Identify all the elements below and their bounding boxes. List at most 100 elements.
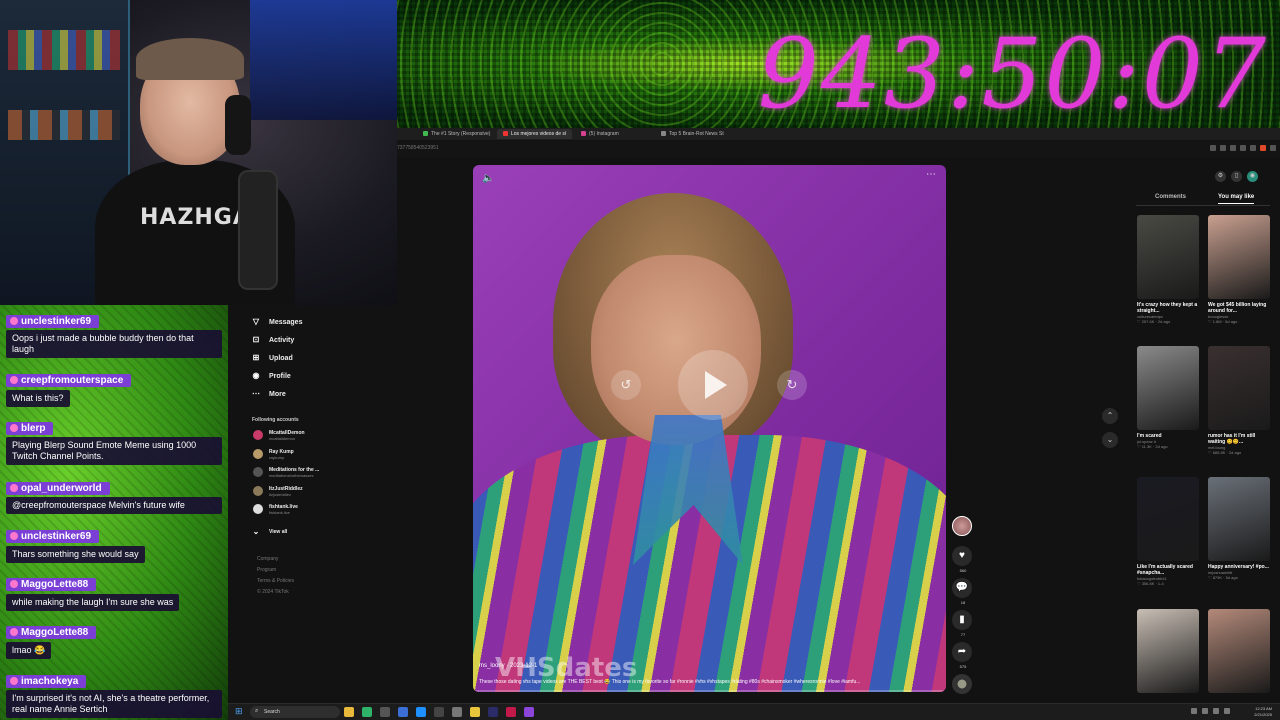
browser-tab[interactable]: The #1 Story (Responsive)	[417, 129, 496, 139]
settings-icon[interactable]	[434, 707, 444, 717]
recommended-video-card[interactable]: Happy anniversary! #po... imjoshuawhitt ♡ …	[1208, 477, 1270, 580]
volume-icon[interactable]	[1213, 708, 1219, 714]
video-card-title: rumor has it I'm still waiting 😊😊...	[1208, 433, 1256, 445]
task-view-icon[interactable]	[380, 707, 390, 717]
extension-icon[interactable]	[1220, 145, 1226, 151]
chat-username[interactable]: creepfromouterspace	[6, 374, 132, 387]
video-progress-bar[interactable]	[473, 690, 946, 692]
chevron-up-icon[interactable]: ⌃	[1102, 408, 1118, 424]
recommended-video-card[interactable]: I'm scared jul.spanz.lr ♡ 11.3K · 2d ago	[1137, 346, 1199, 449]
chevron-down-icon[interactable]: ⌄	[1102, 432, 1118, 448]
recommended-video-card[interactable]: Like I'm actually scared #snapcha... fuka…	[1137, 477, 1199, 586]
recommended-video-card[interactable]: It's crazy how they kept a straight... cu…	[1137, 215, 1199, 324]
video-player[interactable]: ↺ ↻ 🔈 ⋯ VHSdates ms_loony · 2023-12-1 Th…	[473, 165, 946, 692]
app-icon[interactable]	[452, 707, 462, 717]
video-card-stats: ♡ 1.6M · 5d ago	[1208, 319, 1238, 324]
footer-link[interactable]: Terms & Policies	[257, 576, 294, 587]
shield-icon[interactable]	[1230, 145, 1236, 151]
chat-username[interactable]: blerp	[6, 422, 54, 435]
notes-icon[interactable]	[470, 707, 480, 717]
browser-tab[interactable]: (5) Instagram	[575, 129, 625, 139]
creator-avatar[interactable]	[952, 516, 972, 536]
following-account[interactable]: fishtank.live fishtank.live	[253, 504, 298, 518]
app-icon[interactable]	[398, 707, 408, 717]
user-avatar-icon[interactable]: ◉	[1247, 171, 1258, 182]
windows-start-icon[interactable]: ⊞	[235, 707, 244, 716]
app-icon[interactable]	[488, 707, 498, 717]
chat-username-text: MaggoLette88	[21, 579, 89, 590]
bookmark-icon[interactable]	[1210, 145, 1216, 151]
device-icon[interactable]: ▯	[1231, 171, 1242, 182]
chat-username[interactable]: opal_underworld	[6, 482, 110, 495]
network-icon[interactable]	[1202, 708, 1208, 714]
recommended-video-card[interactable]: We got $45 billion laying around for... b…	[1208, 215, 1270, 324]
footer-link[interactable]: © 2024 TikTok	[257, 587, 294, 598]
chat-username[interactable]: unclestinker69	[6, 530, 100, 543]
footer-link[interactable]: Company	[257, 554, 294, 565]
following-account[interactable]: Meditations for the ... meditationsforthe…	[253, 467, 319, 481]
chevron-up-icon[interactable]	[1191, 708, 1197, 714]
tab-you-may-like[interactable]: You may like	[1218, 194, 1255, 204]
sidebar-item-activity[interactable]: ⊡ Activity	[252, 334, 295, 346]
avatar	[253, 485, 263, 496]
sidebar-item-messages[interactable]: ▽ Messages	[252, 316, 303, 328]
telegram-icon[interactable]	[416, 707, 426, 717]
like-icon[interactable]: ♥	[952, 546, 972, 566]
following-account[interactable]: ItzJustRiddlez itzjustriddlez	[253, 485, 303, 500]
browser-tab[interactable]: Los mejores videos de sí	[497, 129, 573, 139]
more-options-icon[interactable]: ⋯	[926, 169, 936, 180]
volume-icon[interactable]: 🔈	[482, 173, 494, 184]
system-clock[interactable]: 12:23 AM 2/21/2025	[1254, 706, 1272, 718]
chat-username[interactable]: MaggoLette88	[6, 626, 97, 639]
brave-icon[interactable]	[1260, 145, 1266, 151]
chat-username[interactable]: imachokeya	[6, 675, 87, 688]
video-thumbnail	[1208, 477, 1270, 561]
following-account[interactable]: McattallDemon mcattalldemon	[253, 430, 305, 444]
browser-tab[interactable]: Top 5 Brain-Rot News St	[655, 129, 730, 139]
share-icon[interactable]: ➦	[952, 642, 972, 662]
play-button[interactable]	[678, 350, 748, 420]
video-author[interactable]: ms_loony · 2023-12-1	[479, 663, 537, 669]
sidebar-item-more[interactable]: ⋯ More	[252, 388, 286, 400]
sound-disc-icon[interactable]	[952, 674, 972, 694]
view-all-link[interactable]: ⌄ View all	[252, 526, 288, 538]
chat-username[interactable]: MaggoLette88	[6, 578, 97, 591]
video-thumbnail	[1137, 346, 1199, 430]
following-header: Following accounts	[252, 417, 299, 423]
play-icon[interactable]	[1240, 145, 1246, 151]
settings-icon[interactable]: ⚙	[1215, 171, 1226, 182]
sidebar-item-label: Upload	[269, 354, 293, 362]
recommended-video-card[interactable]	[1137, 609, 1199, 693]
chat-text: What is this?	[6, 390, 70, 407]
chrome-icon[interactable]	[362, 707, 372, 717]
following-account-handle: raykump	[269, 454, 285, 460]
recommended-video-card[interactable]	[1208, 609, 1270, 693]
app-icon[interactable]	[524, 707, 534, 717]
chat-username[interactable]: unclestinker69	[6, 315, 100, 328]
footer-link[interactable]: Program	[257, 565, 294, 576]
battery-icon[interactable]	[1224, 708, 1230, 714]
right-panel-icons: ⚙ ▯ ◉	[1215, 171, 1258, 182]
forward-icon[interactable]: ↻	[777, 370, 807, 400]
file-explorer-icon[interactable]	[344, 707, 354, 717]
tab-comments[interactable]: Comments	[1155, 194, 1186, 200]
rewind-icon[interactable]: ↺	[611, 370, 641, 400]
download-icon[interactable]	[1250, 145, 1256, 151]
clock-date: 2/21/2025	[1254, 712, 1272, 717]
video-card-stats: ♡ 879K · 5d ago	[1208, 575, 1238, 580]
bookmark-icon[interactable]: ▮	[952, 610, 972, 630]
following-account-name: ItzJustRiddlez	[269, 485, 303, 492]
chat-message: opal_underworld @creepfromouterspace Melv…	[6, 478, 222, 514]
taskbar-search[interactable]: ⌕ Search	[250, 706, 340, 718]
sidebar-item-profile[interactable]: ◉ Profile	[252, 370, 291, 382]
inbox-icon: ⊡	[252, 335, 260, 344]
following-account[interactable]: Ray Kump raykump	[253, 448, 294, 463]
comment-icon[interactable]: 💬	[952, 578, 972, 598]
menu-icon[interactable]	[1270, 145, 1276, 151]
stream-timer: 943:50:07	[757, 18, 1268, 130]
address-bar[interactable]: 7377585405239​51	[397, 141, 1280, 157]
streamer-cap	[136, 38, 244, 80]
sidebar-item-upload[interactable]: ⊞ Upload	[252, 352, 293, 364]
app-icon[interactable]	[506, 707, 516, 717]
recommended-video-card[interactable]: rumor has it I'm still waiting 😊😊... mei.…	[1208, 346, 1270, 455]
